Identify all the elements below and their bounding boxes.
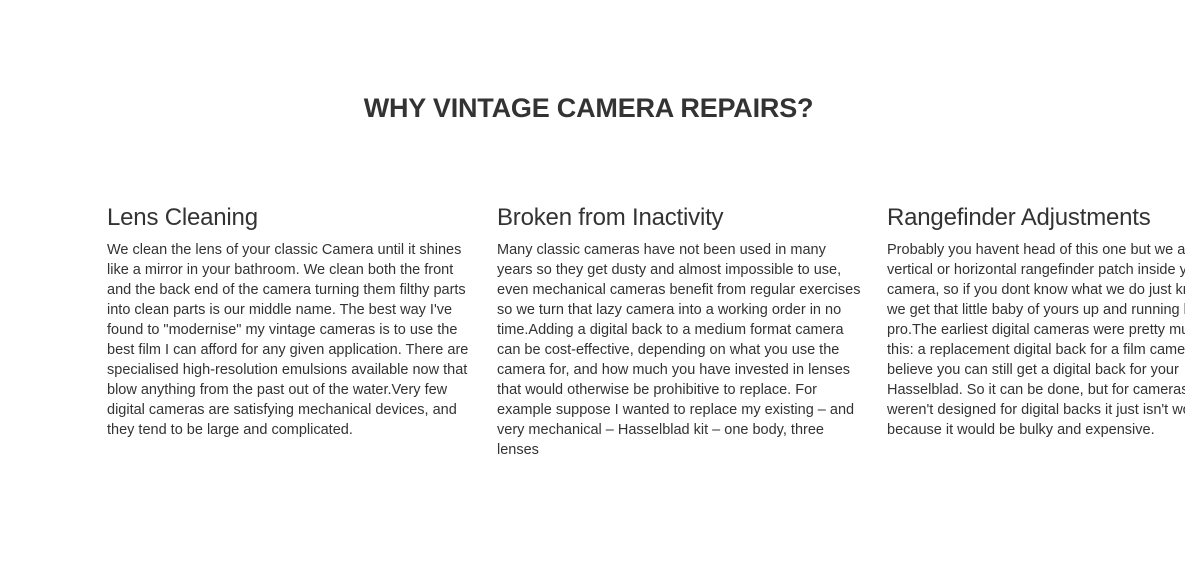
feature-rangefinder-adjustments: Rangefinder Adjustments Probably you hav… [887,202,1185,440]
feature-description: Probably you havent head of this one but… [887,242,1185,438]
features-row: Lens Cleaning We clean the lens of your … [107,202,1185,502]
feature-title: Broken from Inactivity [497,204,724,231]
feature-description: Many classic cameras have not been used … [497,242,861,458]
feature-title: Rangefinder Adjustments [887,204,1151,231]
feature-lens-cleaning: Lens Cleaning We clean the lens of your … [107,202,472,440]
feature-description: We clean the lens of your classic Camera… [107,242,469,438]
feature-title: Lens Cleaning [107,204,258,231]
feature-broken-from-inactivity: Broken from Inactivity Many classic came… [497,202,862,460]
section-title: WHY VINTAGE CAMERA REPAIRS? [363,93,814,123]
